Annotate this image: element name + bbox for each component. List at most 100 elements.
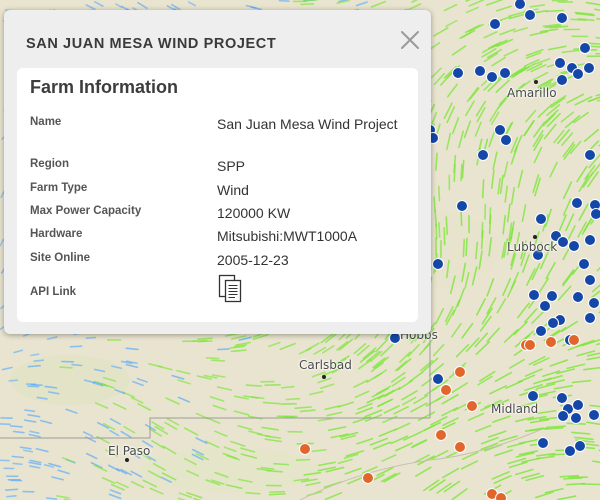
wind-site-marker[interactable] [579,42,591,54]
wind-site-marker[interactable] [572,399,584,411]
api-link-button[interactable] [217,273,245,305]
wind-site-marker[interactable] [588,409,600,421]
wind-streak [545,9,565,13]
wind-site-marker[interactable] [432,373,444,385]
wind-streak [217,348,230,351]
field-label-max-power-capacity: Max Power Capacity [30,205,142,217]
wind-site-marker[interactable] [583,62,595,74]
city-marker [534,80,538,84]
wind-site-marker[interactable] [389,332,401,344]
wind-streak [445,216,448,236]
wind-site-marker[interactable] [527,390,539,402]
field-value-name: San Juan Mesa Wind Project [217,116,398,132]
wind-streak [481,179,485,199]
other-site-marker[interactable] [454,441,466,453]
wind-streak [462,238,466,258]
wind-streak [245,491,261,495]
wind-site-marker[interactable] [489,18,501,30]
wind-streak [33,359,45,362]
field-value-site-online: 2005-12-23 [217,252,289,268]
wind-site-marker[interactable] [499,67,511,79]
wind-streak [273,462,290,466]
wind-streak [245,384,263,387]
documents-icon[interactable] [217,273,245,305]
wind-site-marker[interactable] [571,197,583,209]
wind-site-marker[interactable] [578,258,590,270]
wind-site-marker[interactable] [584,234,596,246]
wind-site-marker[interactable] [514,0,526,10]
wind-site-marker[interactable] [547,317,559,329]
city-marker [125,458,129,462]
wind-streak [303,0,318,2]
wind-site-marker[interactable] [556,392,568,404]
other-site-marker[interactable] [454,366,466,378]
wind-streak [562,477,583,480]
wind-streak [546,425,566,429]
wind-streak [588,45,600,48]
wind-streak [85,336,97,339]
wind-site-marker[interactable] [474,65,486,77]
other-site-marker[interactable] [524,339,536,351]
wind-streak [11,455,25,459]
wind-site-marker[interactable] [557,236,569,248]
wind-site-marker[interactable] [546,290,558,302]
wind-site-marker[interactable] [570,412,582,424]
wind-site-marker[interactable] [568,240,580,252]
wind-site-marker[interactable] [477,149,489,161]
wind-streak [197,337,213,341]
wind-site-marker[interactable] [572,68,584,80]
wind-site-marker[interactable] [574,440,586,452]
other-site-marker[interactable] [466,400,478,412]
field-label-farm-type: Farm Type [30,182,88,194]
wind-site-marker[interactable] [556,74,568,86]
city-label-lubbock: Lubbock [507,240,558,254]
wind-streak [262,401,281,405]
wind-site-marker[interactable] [456,200,468,212]
wind-site-marker[interactable] [537,437,549,449]
field-value-max-power-capacity: 120000 KW [217,205,291,221]
other-site-marker[interactable] [299,443,311,455]
other-site-marker[interactable] [495,492,507,500]
field-value-region: SPP [217,158,246,174]
field-label-name: Name [30,116,62,128]
wind-streak [295,458,311,462]
wind-streak [285,397,301,401]
other-site-marker[interactable] [545,336,557,348]
wind-site-marker[interactable] [584,274,596,286]
other-site-marker[interactable] [440,384,452,396]
wind-site-marker[interactable] [556,12,568,24]
close-button[interactable] [396,26,424,54]
wind-site-marker[interactable] [535,213,547,225]
wind-site-marker[interactable] [432,258,444,270]
other-site-marker[interactable] [435,429,447,441]
wind-site-marker[interactable] [524,9,536,21]
other-site-marker[interactable] [362,472,374,484]
city-marker [322,375,326,379]
wind-site-marker[interactable] [539,300,551,312]
field-label-hardware: Hardware [30,228,83,240]
wind-streak [45,497,58,500]
wind-site-marker[interactable] [590,208,600,220]
field-label-site-online: Site Online [30,252,91,264]
wind-site-marker[interactable] [494,124,506,136]
wind-site-marker[interactable] [528,289,540,301]
wind-site-marker[interactable] [486,71,498,83]
wind-streak [268,493,287,496]
wind-site-marker[interactable] [564,445,576,457]
other-site-marker[interactable] [568,334,580,346]
wind-site-marker[interactable] [557,410,569,422]
close-icon[interactable] [396,26,424,54]
wind-streak [8,379,19,382]
wind-site-marker[interactable] [554,57,566,69]
city-label-midland: Midland [491,402,539,416]
wind-site-marker[interactable] [572,291,584,303]
farm-info-card: Farm Information Name San Juan Mesa Wind… [17,68,418,322]
wind-site-marker[interactable] [500,134,512,146]
wind-streak [437,185,441,202]
wind-site-marker[interactable] [584,149,596,161]
wind-site-marker[interactable] [535,325,547,337]
wind-site-marker[interactable] [588,297,600,309]
wind-site-marker[interactable] [584,312,596,324]
city-label-carlsbad: Carlsbad [299,358,352,372]
wind-site-marker[interactable] [452,67,464,79]
